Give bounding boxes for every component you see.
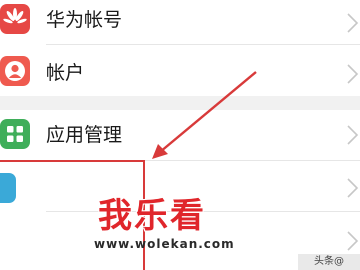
watermark-url: www.wolekan.com bbox=[94, 237, 235, 251]
corner-watermark: 头条@ bbox=[298, 254, 360, 270]
watermark-brand: 我乐看 bbox=[98, 196, 206, 236]
